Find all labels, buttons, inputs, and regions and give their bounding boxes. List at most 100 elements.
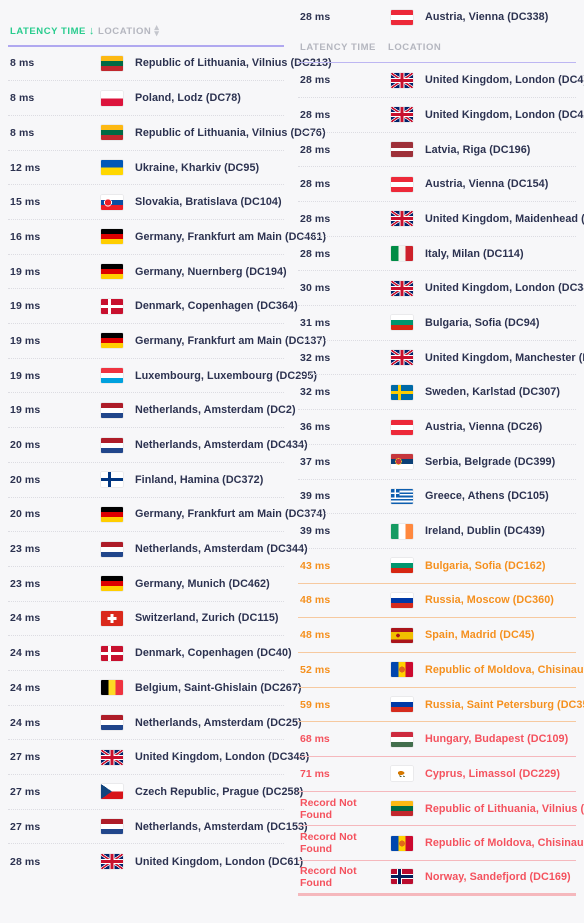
location-value: Netherlands, Amsterdam (DC153) xyxy=(135,820,308,833)
location-value: Republic of Moldova, Chisinau (DC200) xyxy=(425,837,584,850)
table-row[interactable]: 28 ms United Kingdom, London (DC4) xyxy=(298,63,584,98)
table-row[interactable]: 19 ms Luxembourg, Luxembourg (DC295) xyxy=(8,359,317,394)
latency-value: 20 ms xyxy=(10,508,41,521)
location-value: Spain, Madrid (DC45) xyxy=(425,629,535,642)
table-row[interactable]: 37 ms Serbia, Belgrade (DC399) xyxy=(298,445,576,480)
table-row[interactable]: 39 ms Ireland, Dublin (DC439) xyxy=(298,514,576,549)
flag-no-icon xyxy=(388,869,416,885)
table-row[interactable]: 16 ms Germany, Frankfurt am Main (DC461) xyxy=(8,220,326,255)
sort-descending-icon[interactable]: ↓ xyxy=(89,25,95,37)
location-value: Finland, Hamina (DC372) xyxy=(135,473,264,486)
latency-value: 27 ms xyxy=(10,820,41,833)
table-row[interactable]: 71 ms Cyprus, Limassol (DC229) xyxy=(298,757,576,792)
table-row[interactable]: 19 ms Denmark, Copenhagen (DC364) xyxy=(8,289,298,325)
latency-value: 28 ms xyxy=(300,143,331,156)
flag-lt-icon xyxy=(98,125,126,141)
flag-dk-icon xyxy=(98,645,126,661)
flag-bg-icon xyxy=(388,315,416,331)
table-row[interactable]: 19 ms Germany, Frankfurt am Main (DC137) xyxy=(8,324,326,359)
location-value: United Kingdom, Maidenhead (DC156) xyxy=(425,212,584,225)
latency-value: 19 ms xyxy=(10,300,41,313)
latency-value: 19 ms xyxy=(10,334,41,347)
table-row[interactable]: Record Not Found Republic of Moldova, Ch… xyxy=(298,826,584,862)
table-row[interactable]: 52 ms Republic of Moldova, Chisinau (DC9… xyxy=(298,653,584,688)
flag-nl-icon xyxy=(98,541,126,557)
table-row[interactable]: 20 ms Germany, Frankfurt am Main (DC374) xyxy=(8,498,326,533)
table-row[interactable]: 28 ms United Kingdom, London (DC423) xyxy=(298,98,584,133)
table-row[interactable]: 32 ms Sweden, Karlstad (DC307) xyxy=(298,375,576,411)
latency-column-right: 28 ms Austria, Vienna (DC338) LATENCY TI… xyxy=(292,0,584,923)
flag-gb-icon xyxy=(388,211,416,227)
table-row[interactable]: 32 ms United Kingdom, Manchester (DC500) xyxy=(298,341,584,376)
latency-value: 19 ms xyxy=(10,404,41,417)
location-value: Norway, Sandefjord (DC169) xyxy=(425,870,571,883)
table-row[interactable]: 12 ms Ukraine, Kharkiv (DC95) xyxy=(8,151,284,186)
latency-value: 36 ms xyxy=(300,421,331,433)
flag-hu-icon xyxy=(388,731,416,747)
flag-de-icon xyxy=(98,333,126,349)
table-row[interactable]: 24 ms Belgium, Saint-Ghislain (DC267) xyxy=(8,671,301,706)
latency-value: 52 ms xyxy=(300,663,331,676)
location-value: Hungary, Budapest (DC109) xyxy=(425,733,569,746)
table-row[interactable]: 68 ms Hungary, Budapest (DC109) xyxy=(298,722,576,758)
table-row[interactable]: 48 ms Russia, Moscow (DC360) xyxy=(298,584,576,619)
column-header-latency-label-right: LATENCY TIME xyxy=(300,42,376,54)
latency-value: 31 ms xyxy=(300,316,331,329)
latency-value: Record Not Found xyxy=(300,864,357,889)
table-row[interactable]: 24 ms Switzerland, Zurich (DC115) xyxy=(8,602,284,637)
latency-value: 23 ms xyxy=(10,577,41,590)
location-value: Ireland, Dublin (DC439) xyxy=(425,525,545,538)
table-row[interactable]: 19 ms Germany, Nuernberg (DC194) xyxy=(8,255,287,290)
table-row[interactable]: 27 ms Netherlands, Amsterdam (DC153) xyxy=(8,810,308,845)
location-value: Luxembourg, Luxembourg (DC295) xyxy=(135,369,318,382)
table-row[interactable]: 43 ms Bulgaria, Sofia (DC162) xyxy=(298,549,576,584)
column-header-latency-time-right[interactable]: LATENCY TIME xyxy=(300,42,388,53)
table-row[interactable]: 8 ms Poland, Lodz (DC78) xyxy=(8,81,284,116)
latency-value: 28 ms xyxy=(300,212,331,225)
location-value: Greece, Athens (DC105) xyxy=(425,490,549,503)
table-row[interactable]: 31 ms Bulgaria, Sofia (DC94) xyxy=(298,306,576,341)
table-row[interactable]: 48 ms Spain, Madrid (DC45) xyxy=(298,618,576,653)
table-row[interactable]: 28 ms Austria, Vienna (DC154) xyxy=(298,167,576,203)
latency-value: 20 ms xyxy=(10,439,41,451)
table-row[interactable]: 23 ms Netherlands, Amsterdam (DC344) xyxy=(8,532,308,567)
table-row[interactable]: 59 ms Russia, Saint Petersburg (DC350) xyxy=(298,688,584,723)
table-row[interactable]: 24 ms Denmark, Copenhagen (DC40) xyxy=(8,636,292,671)
location-value: Netherlands, Amsterdam (DC2) xyxy=(135,404,296,417)
flag-gb-icon xyxy=(98,749,126,765)
table-row[interactable]: 20 ms Netherlands, Amsterdam (DC434) xyxy=(8,428,308,463)
flag-nl-icon xyxy=(98,819,126,835)
table-row[interactable]: 20 ms Finland, Hamina (DC372) xyxy=(8,463,284,498)
location-value: Bulgaria, Sofia (DC162) xyxy=(425,559,546,572)
table-row[interactable]: Record Not Found Norway, Sandefjord (DC1… xyxy=(298,861,576,896)
table-row[interactable]: 36 ms Austria, Vienna (DC26) xyxy=(298,410,576,445)
table-row[interactable]: 28 ms United Kingdom, London (DC61) xyxy=(8,844,303,879)
table-row[interactable]: 30 ms United Kingdom, London (DC34) xyxy=(298,271,584,307)
flag-de-icon xyxy=(98,576,126,592)
table-row[interactable]: 27 ms United Kingdom, London (DC346) xyxy=(8,740,309,776)
latency-value: 28 ms xyxy=(300,74,331,87)
column-header-location[interactable]: LOCATION ▴ ▾ xyxy=(98,23,159,37)
location-value: Russia, Saint Petersburg (DC350) xyxy=(425,698,584,711)
table-row[interactable]: 27 ms Czech Republic, Prague (DC258) xyxy=(8,775,303,810)
column-header-location-right[interactable]: LOCATION xyxy=(388,42,441,53)
location-value: Poland, Lodz (DC78) xyxy=(135,92,241,105)
table-row[interactable]: 8 ms Republic of Lithuania, Vilnius (DC7… xyxy=(8,116,326,151)
flag-gb-icon xyxy=(98,854,126,870)
table-row[interactable]: 24 ms Netherlands, Amsterdam (DC25) xyxy=(8,706,302,741)
table-row[interactable]: 39 ms Greece, Athens (DC105) xyxy=(298,480,576,515)
column-header-latency-time[interactable]: LATENCY TIME ↓ xyxy=(10,25,98,37)
table-row[interactable]: 15 ms Slovakia, Bratislava (DC104) xyxy=(8,185,284,221)
location-value: Russia, Moscow (DC360) xyxy=(425,594,554,607)
table-row[interactable]: 23 ms Germany, Munich (DC462) xyxy=(8,567,284,602)
location-value: Bulgaria, Sofia (DC94) xyxy=(425,316,540,329)
latency-value: 12 ms xyxy=(10,161,41,174)
table-row[interactable]: 28 ms Italy, Milan (DC114) xyxy=(298,237,576,272)
table-row[interactable]: 28 ms Latvia, Riga (DC196) xyxy=(298,133,576,168)
table-row[interactable]: Record Not Found Republic of Lithuania, … xyxy=(298,792,584,827)
table-row[interactable]: 28 ms United Kingdom, Maidenhead (DC156) xyxy=(298,202,584,237)
sort-unsorted-icon[interactable]: ▴ ▾ xyxy=(154,23,159,37)
table-row[interactable]: 19 ms Netherlands, Amsterdam (DC2) xyxy=(8,393,296,429)
table-row[interactable]: 28 ms Austria, Vienna (DC338) xyxy=(298,0,576,35)
table-row[interactable]: 8 ms Republic of Lithuania, Vilnius (DC2… xyxy=(8,47,332,82)
